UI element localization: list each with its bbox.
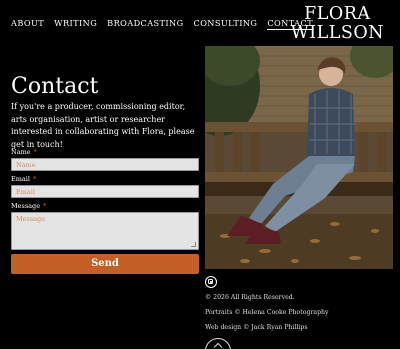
resize-handle[interactable] [191,242,196,247]
main-nav: ABOUT WRITING BROADCASTING CONSULTING CO… [11,18,313,30]
required-mark: * [33,148,37,156]
nav-consulting[interactable]: CONSULTING [194,18,258,30]
message-placeholder: Message [16,215,46,223]
email-label: Email * [11,175,37,183]
logo-line-2: WILLSON [290,23,384,43]
nav-about[interactable]: ABOUT [11,18,44,30]
chevron-up-icon[interactable] [205,338,231,349]
webdesign-credit: Web design © Jack Ryan Phillips [205,324,308,331]
copyright-text: © 2026 All Rights Reserved. [205,294,295,301]
message-field[interactable]: Message [11,212,199,250]
email-field[interactable]: Email [11,185,199,198]
logo-line-1: FLORA [304,4,371,24]
name-field[interactable]: Name [11,158,199,171]
portrait-photo [205,46,393,269]
email-placeholder: Email [16,188,35,196]
nav-writing[interactable]: WRITING [54,18,97,30]
nav-broadcasting[interactable]: BROADCASTING [107,18,183,30]
send-button[interactable]: Send [11,254,199,274]
site-logo[interactable]: FLORA WILLSON [291,5,384,43]
intro-text: If you're a producer, commissioning edit… [11,102,195,149]
instagram-icon[interactable] [205,276,217,288]
message-label: Message * [11,202,47,210]
required-mark: * [32,175,37,183]
name-label: Name * [11,148,37,156]
required-mark: * [43,202,47,210]
page-title: Contact [11,74,99,99]
name-placeholder: Name [16,161,36,169]
portrait-credit: Portraits © Helena Cooke Photography [205,309,329,316]
